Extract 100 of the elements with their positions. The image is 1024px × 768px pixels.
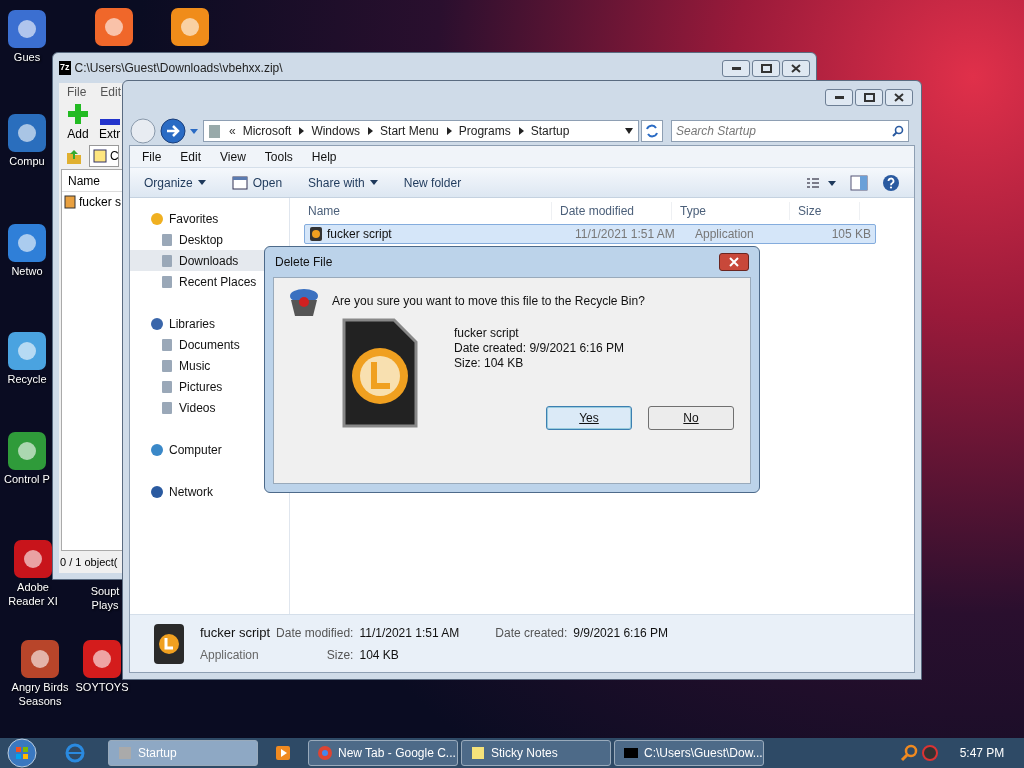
field-value: 104 KB xyxy=(359,647,400,665)
menu-item[interactable]: Edit xyxy=(100,83,122,101)
file-icon xyxy=(64,195,76,209)
app-icon[interactable] xyxy=(95,8,133,46)
menu-item[interactable]: Tools xyxy=(264,147,293,166)
close-button[interactable] xyxy=(885,89,913,106)
field-value: 11/1/2021 1:51 AM xyxy=(359,624,460,642)
toolbar-button[interactable]: Organize xyxy=(144,173,206,192)
caret-icon xyxy=(197,179,206,186)
dialog-button[interactable]: Yes xyxy=(546,406,632,430)
close-button[interactable] xyxy=(782,59,810,77)
column-header[interactable]: Size xyxy=(790,202,860,220)
status-text: 0 / 1 object( xyxy=(60,554,118,570)
minus-icon xyxy=(99,119,120,125)
menu-item[interactable]: File xyxy=(142,147,162,166)
desktop-icon-label[interactable]: Gues xyxy=(13,50,41,64)
dialog-button[interactable]: No xyxy=(648,406,734,430)
maximize-button[interactable] xyxy=(855,89,883,106)
search-icon[interactable] xyxy=(900,744,918,762)
nav-item-icon xyxy=(160,274,174,289)
desktop-icon-label[interactable]: Netwo xyxy=(11,264,43,278)
toolbar-button[interactable]: New folder xyxy=(403,173,462,192)
app-icon xyxy=(317,745,333,761)
column-header[interactable]: Type xyxy=(672,202,790,220)
toolbar-button[interactable]: Share with xyxy=(308,173,378,192)
desktop-icon-label[interactable]: Compu xyxy=(9,154,45,168)
file-detail: Date created: 9/9/2021 6:16 PM xyxy=(454,341,625,356)
nav-group-icon xyxy=(150,484,164,499)
dropdown-icon[interactable] xyxy=(624,127,634,135)
clock[interactable]: 5:47 PM xyxy=(942,744,1022,762)
app-icon[interactable] xyxy=(8,432,46,470)
file-name: fucker script xyxy=(200,623,271,642)
menu-item[interactable]: File xyxy=(67,83,87,101)
desktop-icon-label[interactable]: Control P xyxy=(4,472,50,486)
taskbar-button[interactable]: C:\Users\Guest\Dow... xyxy=(614,740,764,766)
file-name[interactable]: fucker s xyxy=(79,193,121,211)
menu-item[interactable]: Edit xyxy=(180,147,202,166)
nav-group[interactable]: Libraries xyxy=(169,314,216,333)
address-bar[interactable]: « Microsoft Windows Start Menu Programs Startup xyxy=(203,120,639,142)
menu-item[interactable]: Help xyxy=(311,147,337,166)
toolbar-button[interactable]: Open xyxy=(231,173,283,192)
toolbar-button[interactable]: Add xyxy=(67,103,89,143)
desktop-icon-label[interactable]: Recycle xyxy=(7,372,47,386)
nav-item-icon xyxy=(160,400,174,415)
nav-group[interactable]: Computer xyxy=(169,440,222,459)
help-icon[interactable] xyxy=(882,173,900,192)
breadcrumb-item[interactable]: Microsoft xyxy=(242,122,292,140)
desktop-icon-label[interactable]: SOYTOYS xyxy=(75,680,129,694)
search-field[interactable]: Search Startup xyxy=(671,120,909,142)
window-title: C:\Users\Guest\Downloads\vbehxx.zip\ xyxy=(74,60,284,77)
minimize-button[interactable] xyxy=(825,89,853,106)
breadcrumb-item[interactable]: Programs xyxy=(458,122,511,140)
minimize-icon xyxy=(834,96,844,99)
close-button[interactable] xyxy=(719,253,749,271)
media-player-icon[interactable] xyxy=(275,745,291,761)
refresh-icon[interactable] xyxy=(641,120,663,142)
column-header[interactable]: Name xyxy=(290,202,552,220)
search-icon xyxy=(892,125,904,137)
app-icon[interactable] xyxy=(8,332,46,370)
breadcrumb-overflow[interactable]: « xyxy=(229,122,236,140)
breadcrumb-item[interactable]: Windows xyxy=(311,122,361,140)
desktop-icon-label[interactable]: Soupt Plays xyxy=(88,584,122,612)
column-header[interactable]: Date modified xyxy=(552,202,672,220)
menu-item[interactable]: View xyxy=(220,147,246,166)
nav-group[interactable]: Favorites xyxy=(169,209,219,228)
nav-group[interactable]: Network xyxy=(169,482,213,501)
minimize-button[interactable] xyxy=(722,59,750,77)
view-list-icon[interactable] xyxy=(806,176,836,189)
app-icon[interactable] xyxy=(83,640,121,678)
desktop-icon-label[interactable]: Adobe Reader XI xyxy=(0,580,66,608)
address-field[interactable]: C xyxy=(89,145,119,167)
maximize-icon xyxy=(863,93,875,102)
up-folder-icon[interactable] xyxy=(65,147,83,165)
app-icon[interactable] xyxy=(8,224,46,262)
taskbar-button[interactable]: Sticky Notes xyxy=(461,740,611,766)
close-icon xyxy=(791,63,801,73)
breadcrumb-item[interactable]: Start Menu xyxy=(380,122,439,140)
file-row[interactable]: fucker script 11/1/2021 1:51 AM Application 105 KB xyxy=(304,224,876,244)
taskbar-button[interactable]: New Tab - Google C... xyxy=(308,740,458,766)
app-icon[interactable] xyxy=(21,640,59,678)
maximize-button[interactable] xyxy=(752,59,780,77)
browser-icon[interactable] xyxy=(65,743,85,763)
nav-item[interactable]: Desktop xyxy=(130,229,289,250)
table-cell: 105 KB xyxy=(831,227,871,241)
preview-pane-icon[interactable] xyxy=(850,174,868,191)
app-icon[interactable] xyxy=(8,10,46,48)
app-icon[interactable] xyxy=(8,114,46,152)
forward-icon[interactable] xyxy=(159,117,187,145)
caret-icon[interactable] xyxy=(189,126,199,136)
toolbar-button[interactable]: Extr xyxy=(99,119,121,143)
archive-icon xyxy=(93,149,107,163)
breadcrumb-item[interactable]: Startup xyxy=(530,122,570,140)
nav-item-icon xyxy=(160,232,174,247)
file-icon xyxy=(152,621,186,666)
app-icon[interactable] xyxy=(171,8,209,46)
field-label: Date created: xyxy=(494,624,568,642)
app-icon[interactable] xyxy=(14,540,52,578)
close-icon xyxy=(894,93,904,102)
table-cell-text: fucker script xyxy=(327,226,392,243)
field-value: 9/9/2021 6:16 PM xyxy=(573,624,669,642)
